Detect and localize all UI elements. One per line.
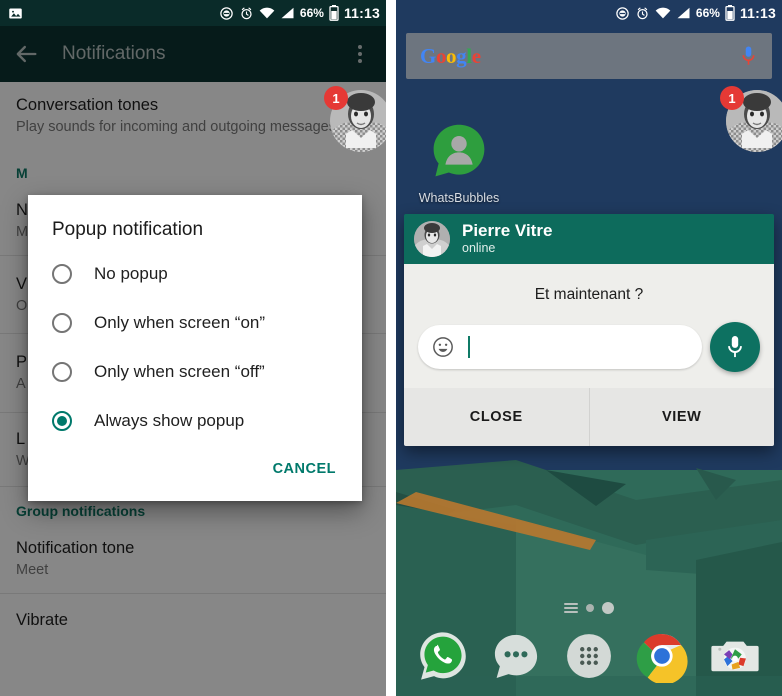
app-drawer-icon[interactable] (562, 629, 616, 683)
page-lines-icon[interactable] (564, 603, 578, 613)
left-screen-settings: 66% 11:13 Notifications Conversation ton… (0, 0, 386, 696)
signal-icon (281, 7, 294, 19)
dialog-title: Popup notification (52, 219, 204, 240)
status-bar-right: 66% 11:13 (396, 0, 782, 26)
radio-option-no-popup[interactable]: No popup (28, 249, 362, 298)
right-screen-home: 66% 11:13 Google WhatsBubbles 1 Pierre V… (396, 0, 782, 696)
cancel-button[interactable]: CANCEL (265, 455, 344, 483)
page-indicator (396, 602, 782, 614)
radio-label: Always show popup (94, 410, 245, 430)
google-logo-letter: o (435, 43, 447, 68)
status-bar-left: 66% 11:13 (0, 0, 386, 26)
clock-time: 11:13 (343, 5, 380, 21)
google-logo-letter: g (456, 43, 467, 68)
radio-label: Only when screen “off” (94, 361, 265, 381)
microphone-icon[interactable] (739, 44, 758, 68)
do-not-disturb-icon (616, 6, 629, 20)
app-label: WhatsBubbles (418, 191, 500, 205)
microphone-icon (728, 336, 742, 358)
messages-bubble-icon[interactable] (489, 629, 543, 683)
reply-row (418, 322, 760, 372)
google-search-widget[interactable]: Google (406, 33, 772, 79)
dual-screenshot: 66% 11:13 Notifications Conversation ton… (0, 0, 782, 696)
whatsapp-icon[interactable] (416, 629, 470, 683)
radio-button-selected[interactable] (52, 410, 72, 431)
radio-button[interactable] (52, 361, 72, 382)
radio-button[interactable] (52, 263, 72, 284)
radio-label: No popup (94, 263, 168, 283)
home-app-whatsbubbles[interactable]: WhatsBubbles (416, 122, 502, 205)
google-logo-letter: e (471, 43, 481, 68)
view-button[interactable]: VIEW (588, 388, 775, 446)
search-bar[interactable]: Google (406, 33, 772, 79)
alarm-icon (637, 7, 648, 19)
home-dock (396, 624, 782, 688)
signal-icon (677, 7, 690, 19)
popup-actions: CLOSE VIEW (404, 388, 774, 446)
chat-head-avatar-right[interactable]: 1 (720, 86, 782, 152)
popup-body: Et maintenant ? (404, 264, 774, 388)
contact-avatar (414, 221, 450, 257)
radio-label: Only when screen “on” (94, 312, 266, 332)
page-dot-active[interactable] (602, 602, 614, 614)
radio-option-always-show[interactable]: Always show popup (28, 396, 362, 445)
chrome-icon[interactable] (635, 629, 689, 683)
contact-name: Pierre Vitre (462, 220, 553, 240)
wifi-icon (259, 7, 275, 19)
battery-icon (725, 5, 735, 21)
contact-info: Pierre Vitre online (462, 220, 553, 256)
close-button[interactable]: CLOSE (404, 388, 589, 446)
wifi-icon (655, 7, 671, 19)
google-logo-letter: G (420, 43, 436, 68)
unread-badge: 1 (324, 86, 348, 110)
alarm-icon (241, 7, 252, 19)
google-logo: Google (420, 44, 481, 69)
text-cursor (468, 336, 470, 358)
dialog-actions: CANCEL (28, 445, 362, 501)
battery-percent: 66% (299, 6, 324, 20)
screen-divider (386, 0, 396, 696)
unread-badge: 1 (720, 86, 744, 110)
voice-record-button[interactable] (710, 322, 760, 372)
page-dot[interactable] (586, 604, 594, 612)
do-not-disturb-icon (220, 6, 233, 20)
camera-icon[interactable] (708, 629, 762, 683)
radio-option-screen-on[interactable]: Only when screen “on” (28, 298, 362, 347)
message-text: Et maintenant ? (534, 286, 644, 303)
contact-status: online (462, 241, 496, 256)
battery-percent: 66% (695, 6, 720, 20)
emoji-smiley-icon[interactable] (432, 336, 454, 358)
battery-icon (329, 5, 339, 21)
chat-head-avatar-left[interactable]: 1 (324, 86, 386, 152)
photo-icon (9, 8, 22, 18)
radio-button[interactable] (52, 312, 72, 333)
clock-time: 11:13 (739, 5, 776, 21)
popup-notification-dialog: Popup notification No popup Only when sc… (28, 195, 362, 501)
whatsapp-popup-notification: Pierre Vitre online Et maintenant ? CLOS… (404, 214, 774, 446)
google-logo-letter: o (446, 43, 457, 68)
whatsbubbles-icon[interactable] (430, 122, 488, 180)
radio-option-screen-off[interactable]: Only when screen “off” (28, 347, 362, 396)
reply-input[interactable] (418, 325, 702, 369)
popup-header: Pierre Vitre online (404, 214, 774, 264)
